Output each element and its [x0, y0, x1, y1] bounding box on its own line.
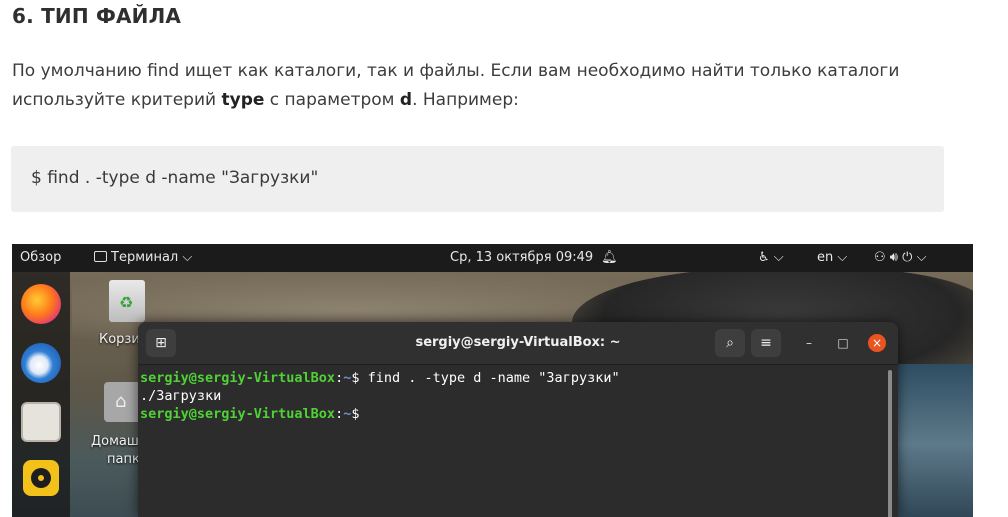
output-line: ./Загрузки: [140, 388, 222, 404]
intro-paragraph: По умолчанию find ищет как каталоги, так…: [12, 57, 992, 115]
app-menu-label: Терминал: [111, 250, 179, 265]
keyword-d: d: [399, 90, 413, 110]
para-text-3: . Например:: [412, 90, 519, 110]
alarm-icon: 🔔︎: [601, 250, 618, 265]
accessibility-menu[interactable]: ♿︎ ⌵: [758, 250, 784, 265]
terminal-app-icon: [94, 251, 107, 262]
chevron-down-icon: ⌵: [912, 250, 927, 265]
network-icon: ⚇: [874, 250, 886, 265]
prompt-user: sergiy@sergiy-VirtualBox: [140, 370, 336, 386]
thunderbird-icon[interactable]: [21, 343, 61, 383]
home-label-line1: Домаш: [91, 434, 139, 449]
clock[interactable]: Ср, 13 октября 09:49 🔔︎: [450, 250, 618, 265]
para-text-2: с параметром: [264, 90, 400, 110]
prompt-separator: :: [335, 406, 344, 422]
close-icon[interactable]: ×: [868, 334, 886, 352]
language-label: en: [817, 250, 834, 265]
chevron-down-icon: ⌵: [833, 250, 848, 265]
prompt-user: sergiy@sergiy-VirtualBox: [140, 406, 336, 422]
chevron-down-icon: ⌵: [769, 250, 784, 265]
rhythmbox-icon[interactable]: [23, 460, 59, 496]
app-menu[interactable]: Терминал ⌵: [94, 250, 192, 265]
top-bar: Обзор Терминал ⌵ Ср, 13 октября 09:49 🔔︎ …: [12, 244, 973, 272]
menu-icon[interactable]: ≡: [751, 329, 781, 357]
trash-label: Корзи: [99, 332, 140, 347]
chevron-down-icon: ⌵: [178, 250, 193, 265]
files-icon[interactable]: [21, 402, 61, 442]
scrollbar[interactable]: [888, 370, 892, 517]
datetime-text: Ср, 13 октября 09:49: [450, 250, 594, 265]
language-menu[interactable]: en ⌵: [817, 250, 847, 265]
prompt-dollar: $: [351, 406, 368, 422]
firefox-icon[interactable]: [21, 284, 61, 324]
prompt-separator: :: [335, 370, 344, 386]
command-text: find . -type d -name "Загрузки": [367, 370, 620, 386]
terminal-title: sergiy@sergiy-VirtualBox: ~: [415, 335, 621, 350]
terminal-headerbar[interactable]: ⊞ sergiy@sergiy-VirtualBox: ~ ⌕ ≡ – □ ×: [138, 322, 898, 365]
keyword-type: type: [221, 90, 265, 110]
code-text: $ find . -type d -name "Загрузки": [31, 168, 319, 188]
maximize-icon[interactable]: □: [834, 334, 852, 352]
terminal-output[interactable]: sergiy@sergiy-VirtualBox:~$ find . -type…: [140, 369, 620, 423]
section-heading: 6. ТИП ФАЙЛА: [12, 4, 182, 28]
desktop-screenshot: Обзор Терминал ⌵ Ср, 13 октября 09:49 🔔︎ …: [12, 244, 973, 517]
home-label-line2: папк: [107, 452, 140, 467]
dock: [12, 272, 70, 517]
minimize-icon[interactable]: –: [800, 334, 818, 352]
system-menu[interactable]: ⚇ 🔊︎ ⏻ ⌵: [874, 250, 926, 265]
prompt-dollar: $: [351, 370, 368, 386]
trash-icon[interactable]: ♻︎: [109, 280, 145, 322]
search-icon[interactable]: ⌕: [715, 329, 745, 357]
accessibility-icon: ♿︎: [758, 250, 770, 265]
volume-icon: 🔊︎: [889, 250, 898, 265]
activities-button[interactable]: Обзор: [20, 250, 61, 265]
power-icon: ⏻: [902, 250, 913, 265]
code-block: $ find . -type d -name "Загрузки": [11, 146, 944, 212]
terminal-window[interactable]: ⊞ sergiy@sergiy-VirtualBox: ~ ⌕ ≡ – □ × …: [138, 322, 898, 517]
